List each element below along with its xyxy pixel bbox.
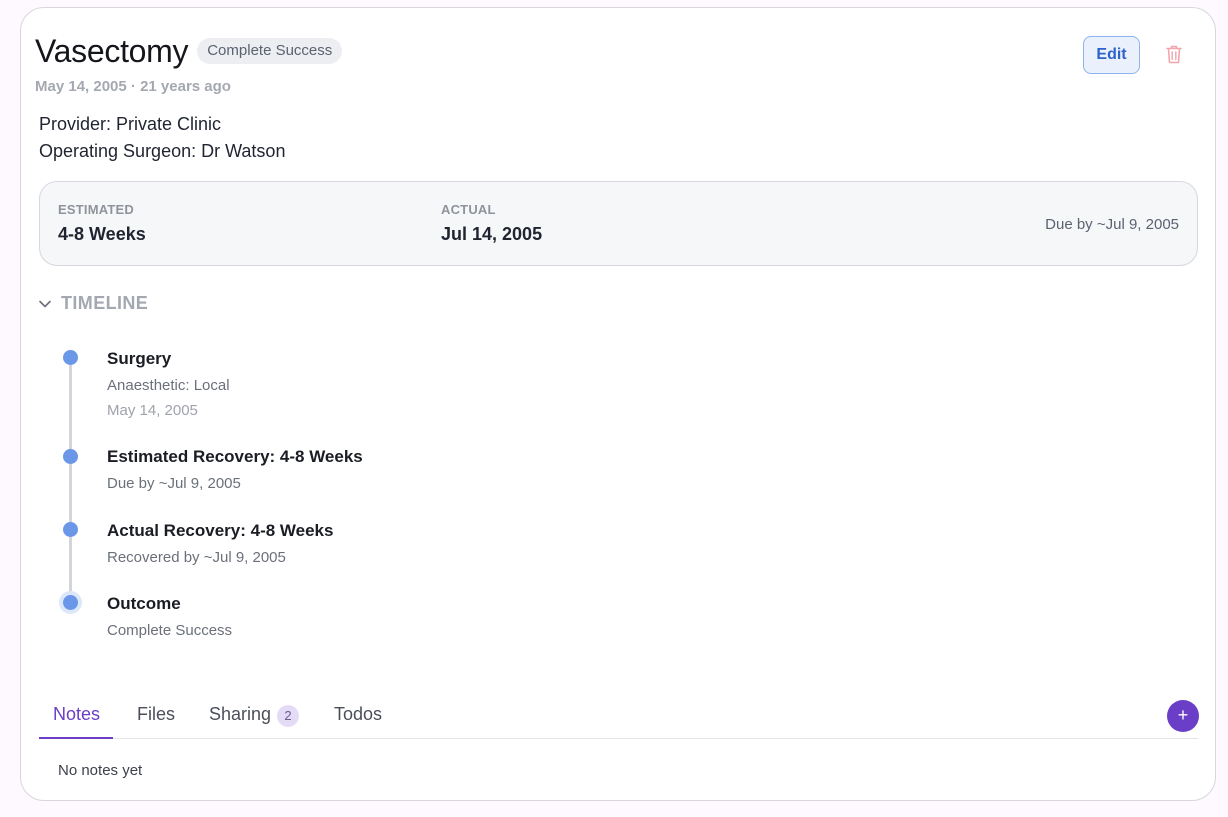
- tab-sharing[interactable]: Sharing 2: [209, 698, 300, 738]
- tab-notes[interactable]: Notes: [39, 698, 114, 739]
- timeline-event-sub: Recovered by ~Jul 9, 2005: [107, 549, 286, 566]
- actual-value: Jul 14, 2005: [441, 224, 543, 244]
- add-button[interactable]: +: [1167, 700, 1199, 732]
- estimated-value: 4-8 Weeks: [58, 224, 146, 244]
- actual-label: ACTUAL: [441, 202, 496, 217]
- timeline-toggle[interactable]: TIMELINE: [39, 293, 148, 314]
- tab-label: Files: [137, 704, 176, 724]
- tab-bar: Notes Files Sharing 2 Todos: [39, 698, 1198, 739]
- sharing-count-badge: 2: [277, 705, 300, 727]
- due-date: Due by ~Jul 9, 2005: [1045, 216, 1179, 233]
- chevron-down-icon: [39, 300, 51, 307]
- tab-label: Todos: [334, 704, 383, 724]
- timeline-dot: [63, 449, 78, 464]
- procedure-card: Vasectomy Complete Success May 14, 2005 …: [20, 7, 1216, 801]
- trash-icon[interactable]: [1165, 44, 1183, 64]
- recovery-summary: ESTIMATED 4-8 Weeks ACTUAL Jul 14, 2005 …: [39, 181, 1198, 266]
- timeline-event-title: Outcome: [107, 594, 181, 613]
- surgeon-line: Operating Surgeon: Dr Watson: [39, 141, 286, 161]
- provider-line: Provider: Private Clinic: [39, 114, 222, 134]
- tab-label: Notes: [53, 704, 101, 724]
- timeline-event-title: Actual Recovery: 4-8 Weeks: [107, 521, 334, 540]
- timeline-dot-current: [63, 595, 78, 610]
- timeline-event-sub: Complete Success: [107, 622, 233, 639]
- timeline-event-sub: Due by ~Jul 9, 2005: [107, 475, 241, 492]
- plus-icon: +: [1177, 705, 1189, 725]
- timeline-heading: TIMELINE: [61, 293, 149, 313]
- procedure-date: May 14, 2005 · 21 years ago: [35, 78, 231, 95]
- tab-todos[interactable]: Todos: [334, 698, 382, 738]
- title-row: Vasectomy Complete Success: [35, 32, 343, 70]
- status-badge: Complete Success: [197, 38, 343, 64]
- timeline-dot: [63, 350, 78, 365]
- timeline-event-sub: Anaesthetic: Local: [107, 377, 230, 394]
- edit-button[interactable]: Edit: [1083, 36, 1140, 74]
- procedure-details: Provider: Private Clinic Operating Surge…: [39, 111, 285, 165]
- timeline-line: [69, 358, 72, 604]
- timeline-event-title: Estimated Recovery: 4-8 Weeks: [107, 447, 363, 466]
- timeline-event-title: Surgery: [107, 349, 172, 368]
- timeline-dot: [63, 522, 78, 537]
- tab-files[interactable]: Files: [137, 698, 175, 738]
- timeline-event-date: May 14, 2005: [107, 402, 198, 419]
- tab-label: Sharing: [209, 704, 272, 724]
- page-title: Vasectomy: [35, 33, 189, 69]
- empty-notes-message: No notes yet: [58, 762, 143, 779]
- estimated-label: ESTIMATED: [58, 202, 134, 217]
